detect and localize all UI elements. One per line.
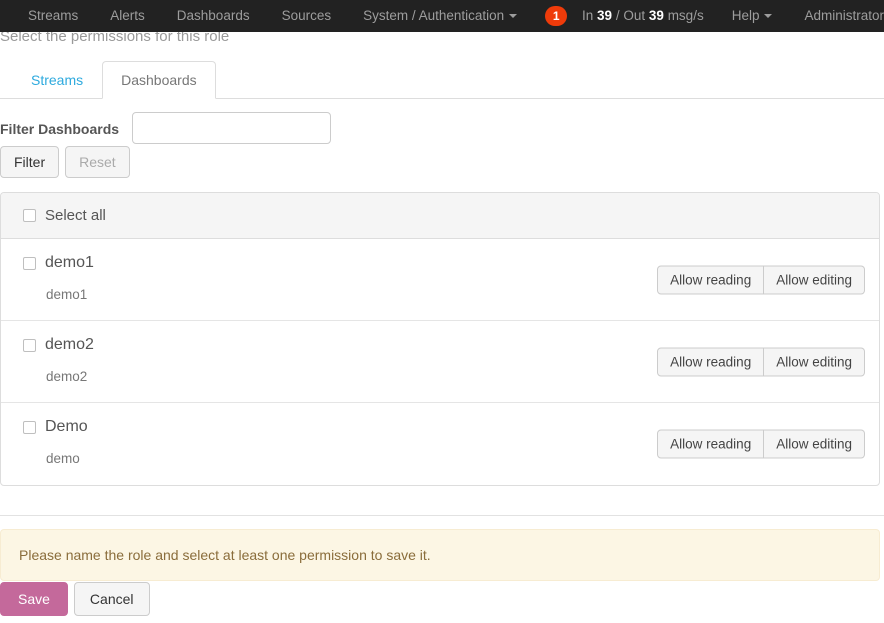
select-all-label: Select all [45, 207, 106, 224]
top-navbar: Streams Alerts Dashboards Sources System… [0, 0, 884, 32]
allow-editing-button[interactable]: Allow editing [764, 265, 865, 294]
footer-buttons: Save Cancel [0, 582, 150, 616]
list-item-checkbox[interactable] [23, 256, 36, 270]
footer-divider [0, 515, 884, 516]
nav-item-system-authentication-label: System / Authentication [363, 8, 505, 23]
list-item-title: Demo [45, 418, 88, 435]
throughput-in-label: In [582, 8, 594, 23]
notification-count-badge[interactable]: 1 [545, 6, 568, 26]
throughput-unit: msg/s [667, 8, 704, 23]
throughput-separator: / [615, 8, 620, 23]
permission-button-group: Allow reading Allow editing [657, 265, 865, 294]
cancel-button[interactable]: Cancel [73, 582, 150, 616]
validation-alert: Please name the role and select at least… [0, 529, 880, 581]
navbar-left-group: Streams Alerts Dashboards Sources System… [0, 0, 577, 32]
navbar-right-group: In 39 / Out 39 msg/s Help Administrator [570, 0, 884, 32]
list-item: demo1 demo1 Allow reading Allow editing [1, 239, 879, 321]
nav-item-sources-label: Sources [281, 8, 332, 23]
nav-item-alerts-label: Alerts [110, 8, 145, 23]
filter-row: Filter Dashboards [0, 112, 884, 148]
tab-streams[interactable]: Streams [12, 61, 102, 99]
nav-item-user-administrator[interactable]: Administrator [788, 0, 884, 32]
list-item-title: demo1 [45, 254, 94, 271]
throughput-in-value: 39 [597, 8, 613, 23]
tab-streams-label: Streams [31, 72, 84, 88]
nav-item-system-authentication[interactable]: System / Authentication [347, 0, 533, 32]
validation-alert-message: Please name the role and select at least… [19, 547, 431, 563]
allow-reading-button[interactable]: Allow reading [657, 347, 765, 376]
chevron-down-icon [764, 14, 773, 19]
filter-button[interactable]: Filter [0, 146, 60, 178]
permissions-tabs: Streams Dashboards [0, 61, 884, 99]
permission-button-group: Allow reading Allow editing [657, 429, 865, 459]
throughput-indicator: In 39 / Out 39 msg/s [570, 0, 716, 32]
nav-item-user-label: Administrator [804, 8, 884, 23]
tab-dashboards-label: Dashboards [121, 72, 197, 88]
allow-reading-button[interactable]: Allow reading [657, 265, 765, 294]
allow-editing-button[interactable]: Allow editing [764, 429, 865, 459]
save-button[interactable]: Save [0, 582, 68, 616]
allow-reading-button[interactable]: Allow reading [657, 429, 765, 459]
select-all-row[interactable]: Select all [1, 193, 879, 239]
list-item: demo2 demo2 Allow reading Allow editing [1, 321, 879, 403]
throughput-out-label: Out [623, 8, 646, 23]
filter-label: Filter Dashboards [0, 121, 120, 137]
throughput-out-value: 39 [648, 8, 664, 23]
list-item-checkbox[interactable] [23, 420, 36, 434]
page-subtitle: Select the permissions for this role [0, 32, 230, 45]
tab-dashboards[interactable]: Dashboards [102, 61, 216, 99]
filter-buttons: Filter Reset [0, 146, 130, 178]
nav-item-dashboards[interactable]: Dashboards [161, 0, 266, 32]
list-item-checkbox[interactable] [23, 338, 36, 352]
list-item-title: demo2 [45, 336, 94, 353]
nav-item-help-label: Help [731, 8, 760, 23]
dashboards-permission-panel: Select all demo1 demo1 Allow reading All… [0, 192, 880, 486]
nav-item-streams-label: Streams [28, 8, 79, 23]
nav-item-streams[interactable]: Streams [0, 0, 94, 32]
chevron-down-icon [509, 14, 518, 19]
nav-item-alerts[interactable]: Alerts [94, 0, 161, 32]
list-item: Demo demo Allow reading Allow editing [1, 403, 879, 485]
permission-button-group: Allow reading Allow editing [657, 347, 865, 376]
reset-button[interactable]: Reset [65, 146, 130, 178]
nav-item-help[interactable]: Help [716, 0, 789, 32]
select-all-checkbox[interactable] [23, 209, 36, 222]
allow-editing-button[interactable]: Allow editing [764, 347, 865, 376]
nav-item-sources[interactable]: Sources [266, 0, 348, 32]
filter-dashboards-input[interactable] [132, 112, 331, 144]
nav-item-dashboards-label: Dashboards [176, 8, 250, 23]
